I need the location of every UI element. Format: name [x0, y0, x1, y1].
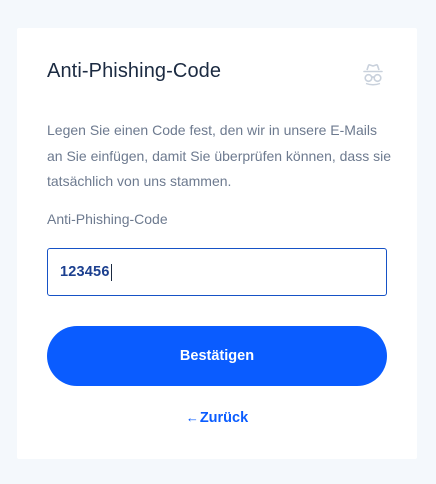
card-title: Anti-Phishing-Code — [47, 60, 222, 82]
spy-icon — [363, 64, 383, 86]
confirm-button[interactable]: Bestätigen — [47, 326, 387, 386]
back-link-label: Zurück — [199, 410, 249, 426]
back-link[interactable]: ←Zurück — [17, 410, 417, 426]
anti-phishing-card: Anti-Phishing-Code Legen Sie einen Code … — [17, 28, 417, 459]
code-field-label: Anti-Phishing-Code — [47, 211, 168, 227]
input-value: 123456 — [60, 264, 110, 280]
text-caret — [110, 263, 112, 281]
anti-phishing-code-input[interactable]: 123456 — [47, 248, 387, 296]
description-text: Legen Sie einen Code fest, den wir in un… — [47, 122, 392, 189]
back-arrow-icon: ← — [185, 410, 199, 425]
